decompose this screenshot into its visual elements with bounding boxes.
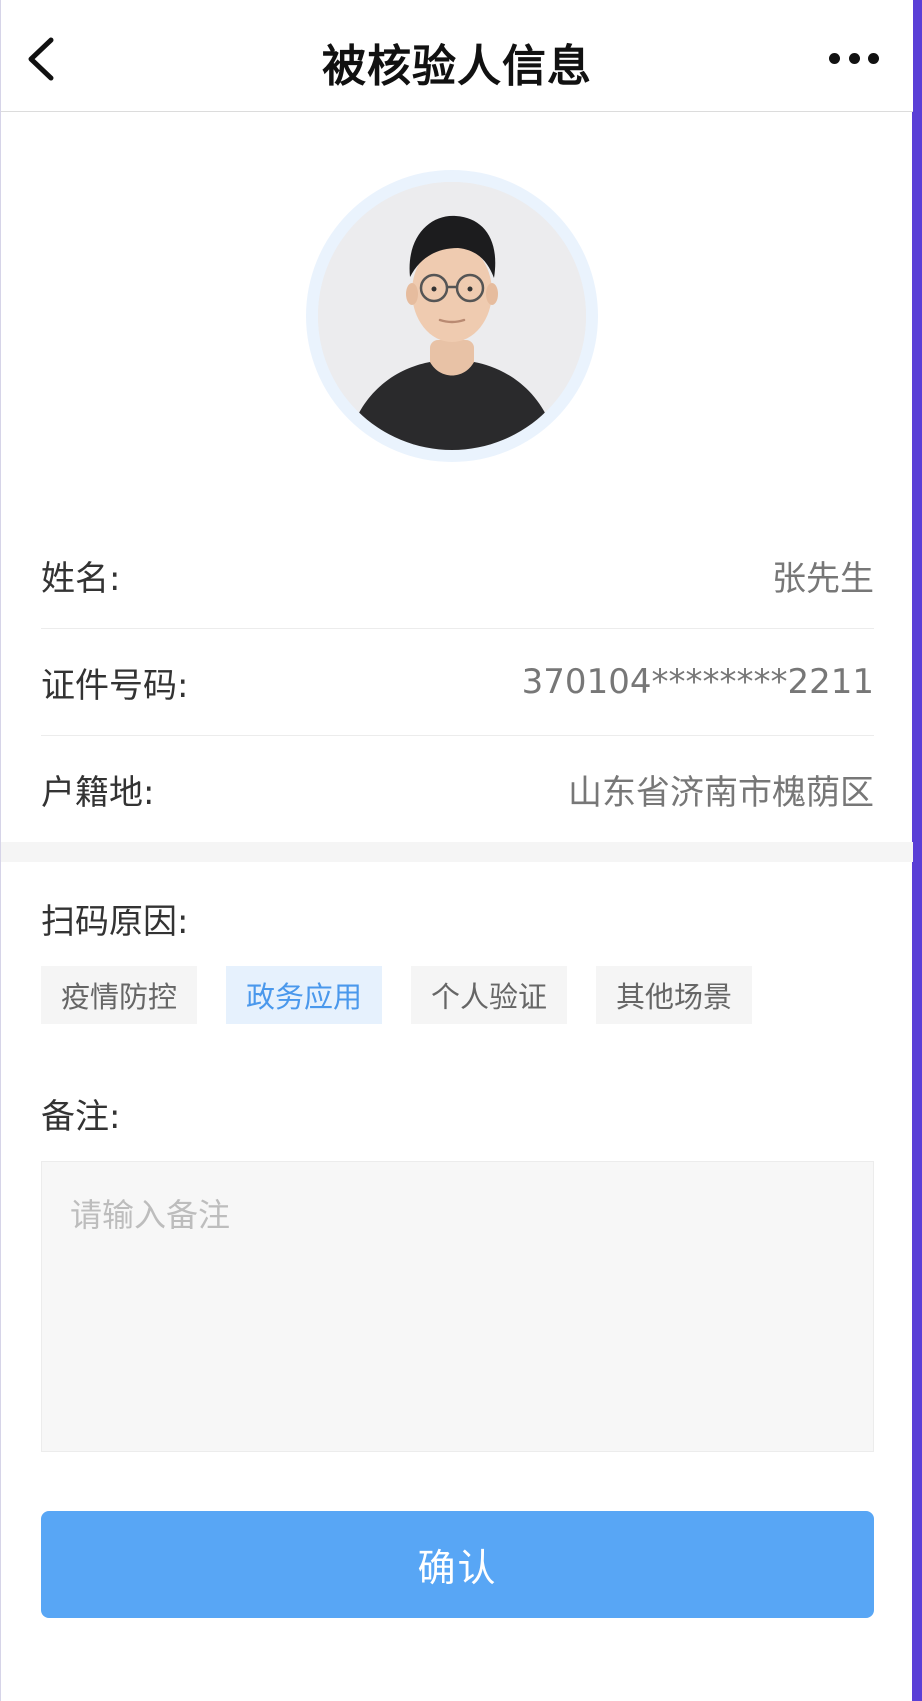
- id-number-value: 370104********2211: [521, 662, 874, 702]
- domicile-value: 山东省济南市槐荫区: [568, 772, 874, 813]
- scan-reason-label: 扫码原因:: [41, 902, 189, 942]
- tag-government-service[interactable]: 政务应用: [226, 966, 382, 1024]
- more-button[interactable]: [829, 50, 879, 66]
- info-row-id-number: 证件号码: 370104********2211: [41, 629, 874, 736]
- scan-reason-tags: 疫情防控 政务应用 个人验证 其他场景: [41, 966, 752, 1024]
- avatar: [318, 182, 586, 450]
- remark-input[interactable]: [41, 1161, 874, 1452]
- info-row-name: 姓名: 张先生: [41, 522, 874, 629]
- nav-bar: 被核验人信息: [1, 0, 913, 112]
- tag-other-scenario[interactable]: 其他场景: [596, 966, 752, 1024]
- portrait-photo: [318, 182, 586, 450]
- section-divider: [1, 842, 913, 862]
- page-title: 被核验人信息: [322, 41, 592, 92]
- confirm-button[interactable]: 确认: [41, 1511, 874, 1618]
- remark-label: 备注:: [41, 1097, 121, 1137]
- id-number-label: 证件号码:: [41, 665, 189, 706]
- name-label: 姓名:: [41, 558, 121, 599]
- domicile-label: 户籍地:: [41, 772, 155, 813]
- avatar-ring: [306, 170, 598, 462]
- page: 被核验人信息 姓名: 张先生 证件号码: 370104********2211 …: [0, 0, 922, 1701]
- tag-epidemic-control[interactable]: 疫情防控: [41, 966, 197, 1024]
- tag-personal-verification[interactable]: 个人验证: [411, 966, 567, 1024]
- name-value: 张先生: [772, 558, 874, 599]
- info-row-domicile: 户籍地: 山东省济南市槐荫区: [41, 736, 874, 843]
- more-horizontal-icon: [829, 52, 840, 64]
- window-edge-stripe: [912, 0, 922, 1701]
